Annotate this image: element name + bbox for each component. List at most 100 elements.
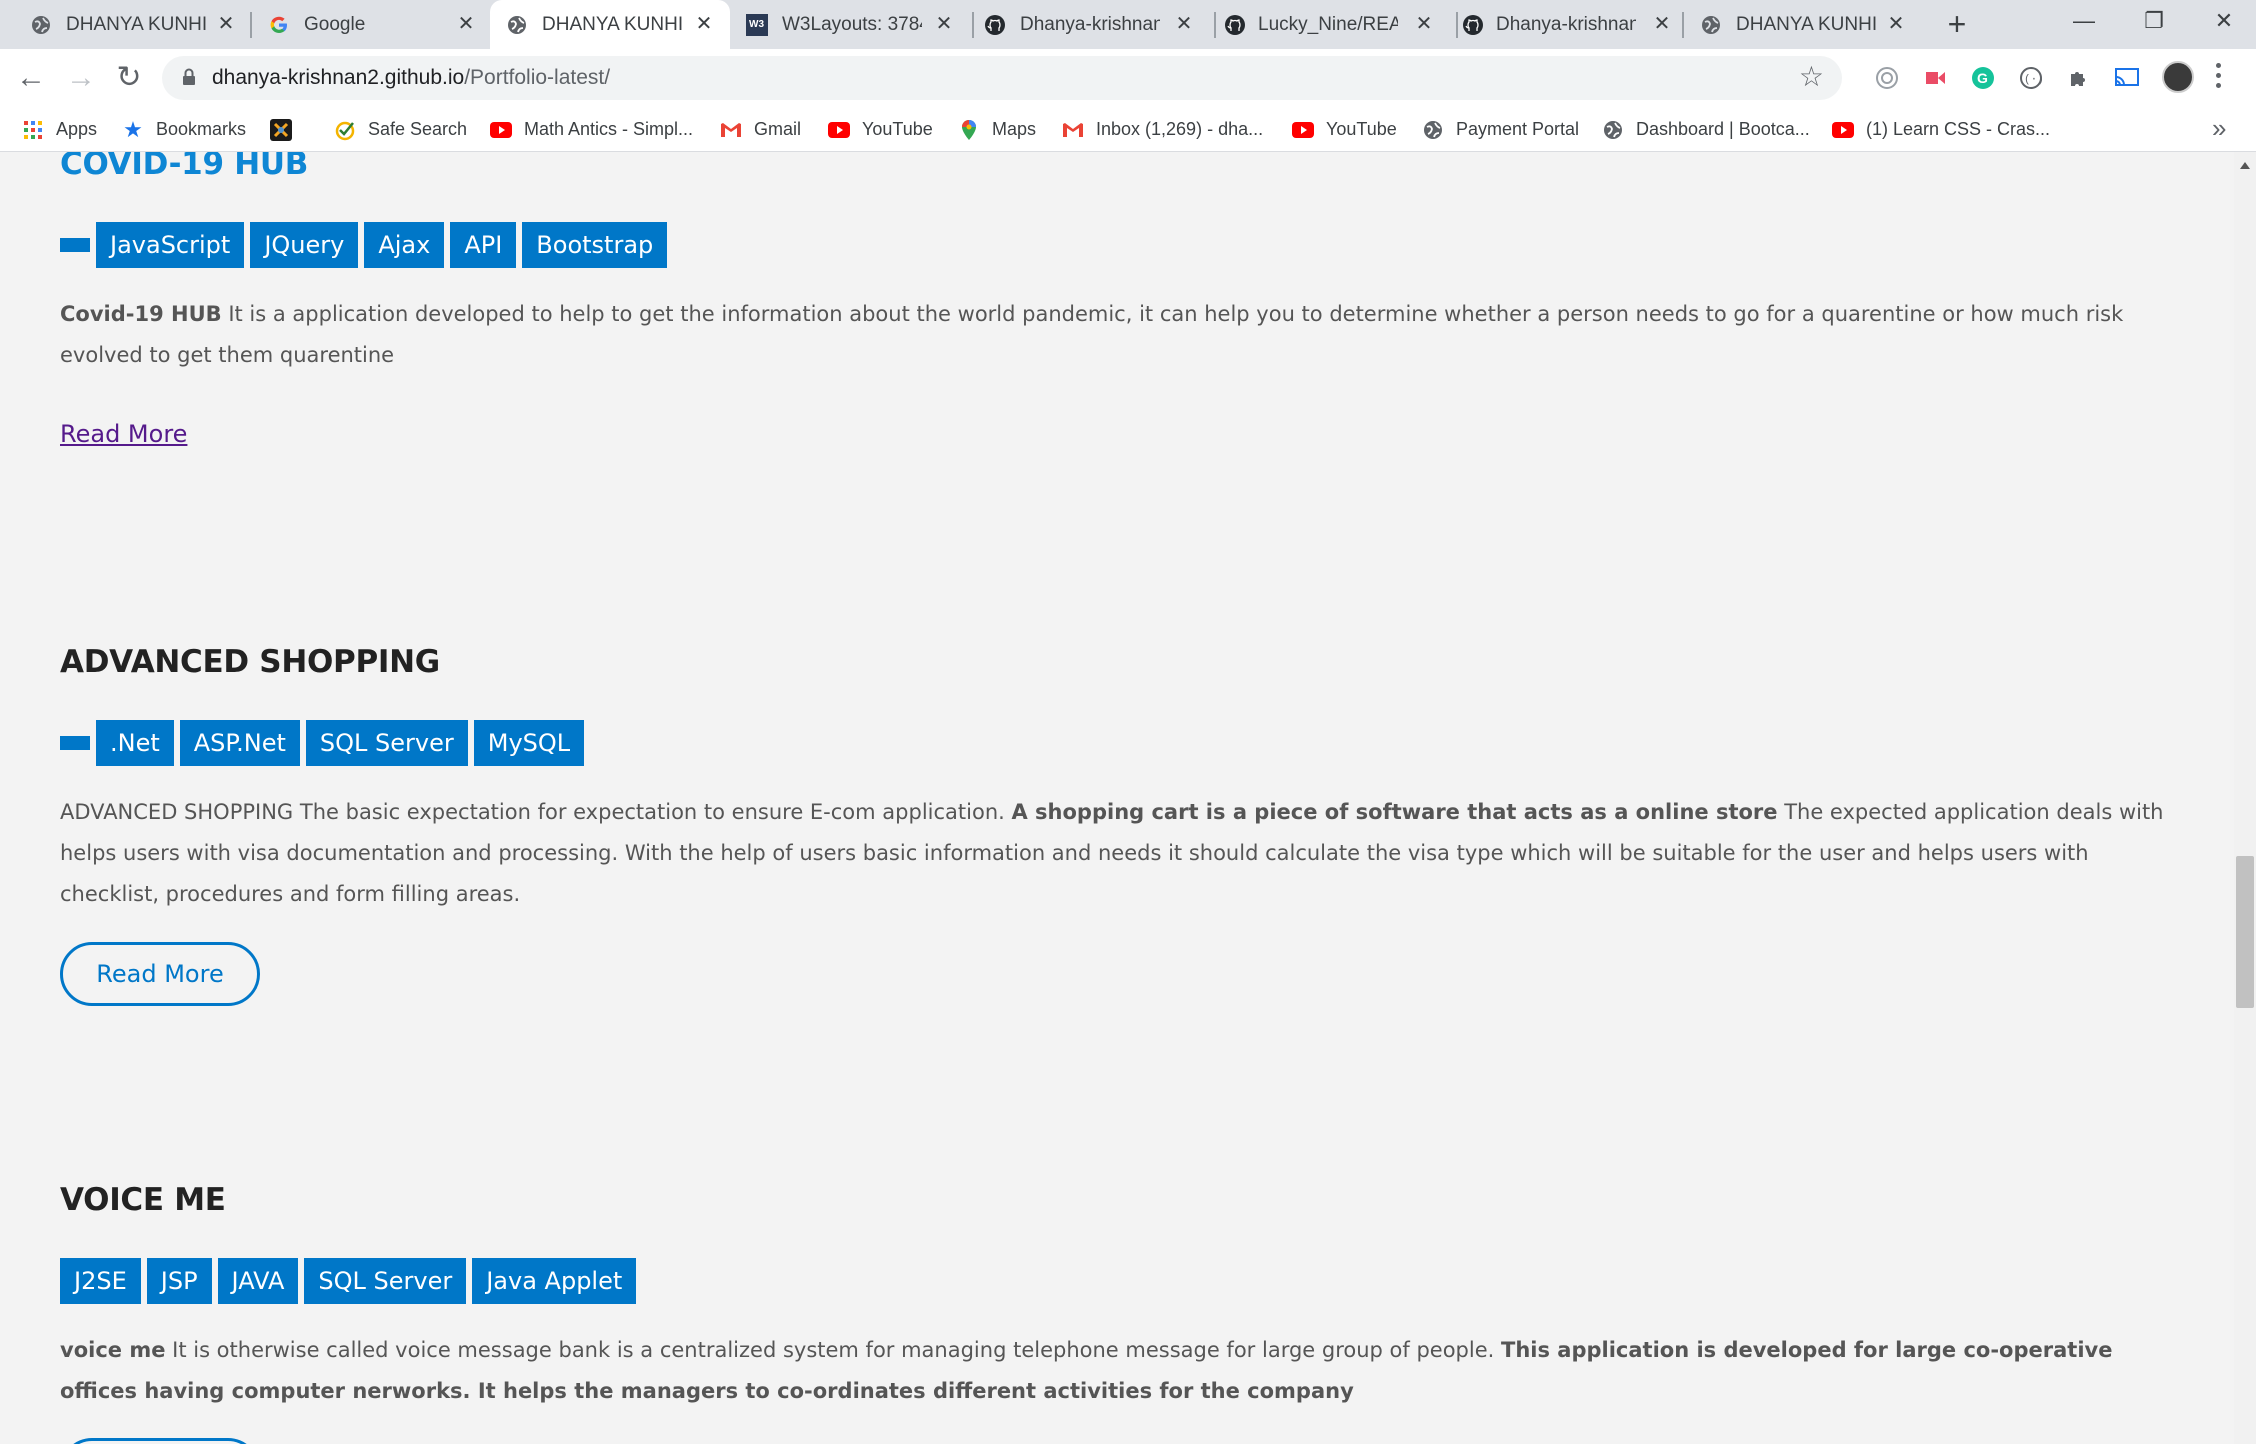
tag-jsp: JSP <box>146 1258 212 1304</box>
tab-dhanya-2[interactable]: DHANYA KUNHIKRISHNAN ✕ <box>1686 0 1922 49</box>
tag-sql-server: SQL Server <box>305 720 468 766</box>
tab-separator <box>1682 12 1684 38</box>
maps-icon <box>958 119 980 141</box>
bookmarks-overflow-icon[interactable]: » <box>2212 113 2226 144</box>
puzzle-extensions-icon[interactable] <box>2066 65 2092 91</box>
bookmarks-bar: Apps ★ Bookmarks Safe Search Math Antics… <box>0 107 2256 152</box>
grammarly-icon[interactable]: G <box>1970 65 1996 91</box>
description-lead: Covid-19 HUB <box>60 302 222 326</box>
w3layouts-icon: W3 <box>746 14 768 36</box>
tab-title: Lucky_Nine/README <box>1258 14 1398 35</box>
bookmark-apps[interactable]: Apps <box>22 107 97 152</box>
bookmark-label: Dashboard | Bootca... <box>1636 119 1810 139</box>
tag-marker <box>60 238 90 252</box>
project-title-voice-me: VOICE ME <box>60 1182 226 1218</box>
read-more-button-shopping[interactable]: Read More <box>60 942 260 1006</box>
scroll-up-arrow-icon[interactable] <box>2240 162 2250 169</box>
bookmark-payment-portal[interactable]: Payment Portal <box>1422 107 1579 152</box>
close-tab-icon[interactable]: ✕ <box>214 12 238 36</box>
project-tags-shopping: .Net ASP.Net SQL Server MySQL <box>60 720 590 766</box>
github-icon <box>1224 14 1246 36</box>
youtube-icon <box>828 119 850 141</box>
project-tags-covid: JavaScript JQuery Ajax API Bootstrap <box>60 222 673 268</box>
tab-github-2[interactable]: Dhanya-krishnan2 ✕ <box>1460 0 1696 49</box>
close-window-icon[interactable]: ✕ <box>2204 6 2244 36</box>
url-domain: dhanya-krishnan2.github.io <box>212 66 465 89</box>
youtube-icon <box>490 119 512 141</box>
read-more-link-covid[interactable]: Read More <box>60 420 187 448</box>
bookmark-inbox[interactable]: Inbox (1,269) - dha... <box>1062 107 1263 152</box>
profile-avatar[interactable] <box>2162 61 2194 93</box>
address-bar[interactable]: dhanya-krishnan2.github.io/Portfolio-lat… <box>162 56 1842 100</box>
bookmark-gmail[interactable]: Gmail <box>720 107 801 152</box>
github-icon <box>984 14 1006 36</box>
bookmark-label: Gmail <box>754 119 802 139</box>
minimize-icon[interactable]: — <box>2064 6 2104 36</box>
project-title-covid: COVID-19 HUB <box>60 152 309 182</box>
bookmark-label: YouTube <box>1326 119 1397 139</box>
cast-icon[interactable] <box>2114 65 2140 91</box>
bookmark-label: Bookmarks <box>156 119 247 139</box>
bookmark-youtube-2[interactable]: YouTube <box>1292 107 1397 152</box>
description-text: It is a application developed to help to… <box>60 302 2124 367</box>
close-tab-icon[interactable]: ✕ <box>932 12 956 36</box>
bookmark-math-antics[interactable]: Math Antics - Simpl... <box>490 107 693 152</box>
safe-search-icon <box>334 119 356 141</box>
bookmark-label: Apps <box>56 119 98 139</box>
tab-w3layouts[interactable]: W3 W3Layouts: 3784 Free ✕ <box>734 0 970 49</box>
project-description-voice-me: voice me It is otherwise called voice me… <box>60 1330 2170 1412</box>
description-highlight: A shopping cart is a piece of software t… <box>1011 800 1778 824</box>
reload-icon[interactable]: ↻ <box>112 61 146 95</box>
bookmark-learn-css[interactable]: (1) Learn CSS - Cras... <box>1832 107 2050 152</box>
tab-google[interactable]: Google ✕ <box>254 0 490 49</box>
close-tab-icon[interactable]: ✕ <box>1650 12 1674 36</box>
tab-title: W3Layouts: 3784 Free <box>782 14 922 35</box>
apps-grid-icon <box>22 119 44 141</box>
gmail-icon <box>720 119 742 141</box>
tag-java-applet: Java Applet <box>472 1258 637 1304</box>
tab-dhanya-1[interactable]: DHANYA KUNHIKRISHNAN ✕ <box>0 0 246 49</box>
close-tab-icon[interactable]: ✕ <box>454 12 478 36</box>
close-tab-icon[interactable]: ✕ <box>692 12 716 36</box>
more-menu-icon[interactable] <box>2214 63 2222 91</box>
google-icon <box>268 14 290 36</box>
new-tab-button[interactable]: + <box>1940 8 1974 42</box>
joomla-icon <box>270 118 292 141</box>
bookmark-youtube-1[interactable]: YouTube <box>828 107 933 152</box>
tab-title: DHANYA KUNHIKRISHNAN <box>1736 14 1876 35</box>
tab-github-readme[interactable]: Lucky_Nine/README ✕ <box>1218 0 1454 49</box>
restore-icon[interactable]: ❐ <box>2134 6 2174 36</box>
extension-circle-icon[interactable] <box>1874 65 1900 91</box>
tab-title: DHANYA KUNHIKRISHNAN <box>66 14 206 35</box>
svg-text:G: G <box>1977 70 1988 86</box>
tab-dhanya-active[interactable]: DHANYA KUNHIKRISHNAN ✕ <box>490 0 730 49</box>
tab-separator <box>1456 12 1458 38</box>
bookmark-label: Inbox (1,269) - dha... <box>1096 119 1264 139</box>
screencast-extension-icon[interactable] <box>1922 65 1948 91</box>
bookmark-label: Payment Portal <box>1456 119 1580 139</box>
tab-separator <box>250 12 252 38</box>
tab-separator <box>972 12 974 38</box>
bookmark-maps[interactable]: Maps <box>958 107 1036 152</box>
code-extension-icon[interactable]: (·) <box>2018 65 2044 91</box>
tag-jquery: JQuery <box>250 222 359 268</box>
portfolio-page: COVID-19 HUB JavaScript JQuery Ajax API … <box>0 152 2234 1444</box>
page-scrollbar[interactable] <box>2234 152 2256 1444</box>
bookmark-label: YouTube <box>862 119 933 139</box>
bookmark-joomla[interactable] <box>270 107 304 152</box>
globe-icon <box>30 14 52 36</box>
back-arrow-icon[interactable]: ← <box>14 61 48 95</box>
bookmark-bookmarks[interactable]: ★ Bookmarks <box>122 107 246 152</box>
bookmark-safe-search[interactable]: Safe Search <box>334 107 467 152</box>
close-tab-icon[interactable]: ✕ <box>1412 12 1436 36</box>
bookmark-dashboard[interactable]: Dashboard | Bootca... <box>1602 107 1810 152</box>
bookmark-star-icon[interactable]: ☆ <box>1799 62 1824 92</box>
tab-title: Google <box>304 14 366 35</box>
close-tab-icon[interactable]: ✕ <box>1884 12 1908 36</box>
tab-github-1[interactable]: Dhanya-krishnan2 ✕ <box>976 0 1212 49</box>
scrollbar-thumb[interactable] <box>2236 856 2254 1008</box>
forward-arrow-icon[interactable]: → <box>64 61 98 95</box>
tag-mysql: MySQL <box>473 720 585 766</box>
close-tab-icon[interactable]: ✕ <box>1172 12 1196 36</box>
read-more-button-voice-me[interactable] <box>60 1438 260 1444</box>
